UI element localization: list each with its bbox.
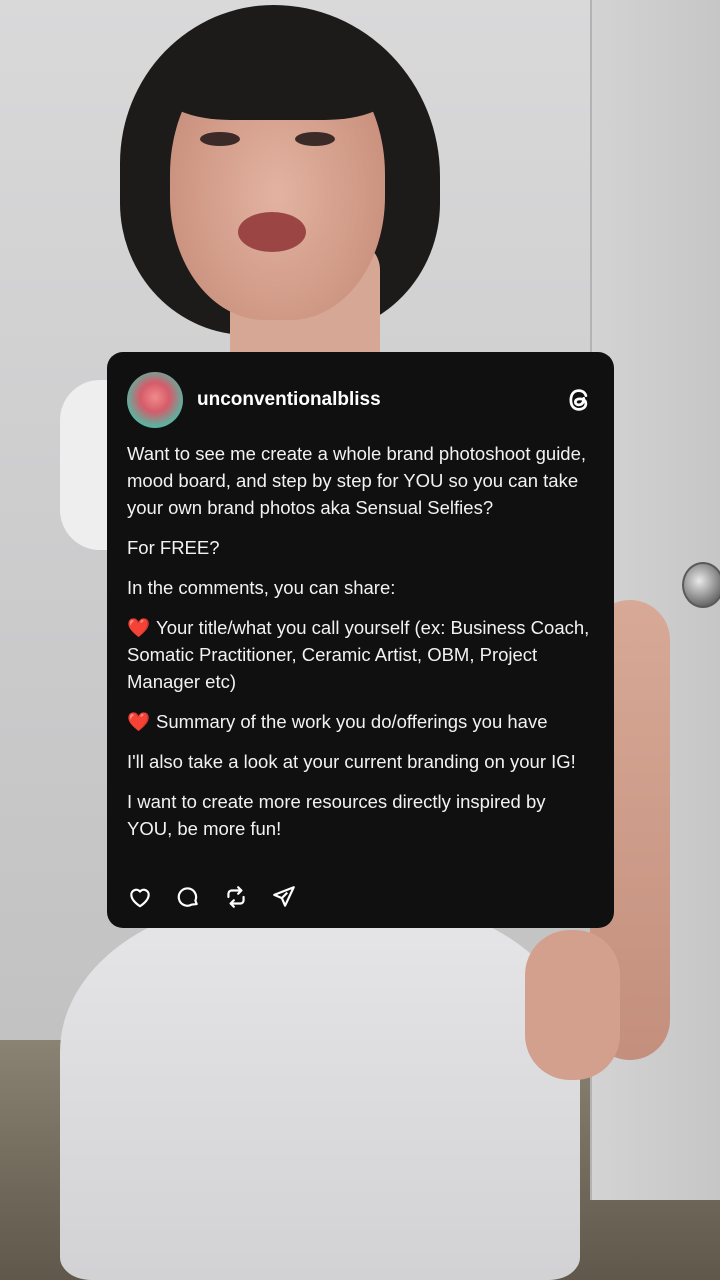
post-paragraph: I want to create more resources directly… [127,791,546,839]
post-paragraph: I'll also take a look at your current br… [127,751,576,772]
share-icon[interactable] [271,884,297,910]
bullet-text: Summary of the work you do/offerings you… [156,711,548,732]
threads-post-card[interactable]: unconventionalbliss Want to see me creat… [107,352,614,928]
heart-icon[interactable] [127,884,153,910]
eye-right [295,132,335,146]
red-heart-emoji: ❤️ [127,617,151,638]
bangs [160,20,395,120]
post-body: Want to see me create a whole brand phot… [127,440,594,842]
threads-logo-icon [569,389,588,411]
red-heart-emoji: ❤️ [127,711,151,732]
avatar[interactable] [127,372,183,428]
post-bullet: ❤️ Summary of the work you do/offerings y… [127,708,594,735]
eye-left [200,132,240,146]
repost-icon[interactable] [223,884,249,910]
post-paragraph: For FREE? [127,537,220,558]
post-actions [127,884,297,910]
bullet-text: Your title/what you call yourself (ex: B… [127,617,590,692]
username[interactable]: unconventionalbliss [197,389,564,411]
dress [60,900,580,1280]
post-header: unconventionalbliss [127,372,594,428]
post-paragraph: In the comments, you can share: [127,577,396,598]
hand-right [525,930,620,1080]
comment-icon[interactable] [175,884,201,910]
door-knob [682,562,720,608]
post-paragraph: Want to see me create a whole brand phot… [127,443,587,518]
post-bullet: ❤️ Your title/what you call yourself (ex:… [127,614,594,695]
lips [238,212,306,252]
